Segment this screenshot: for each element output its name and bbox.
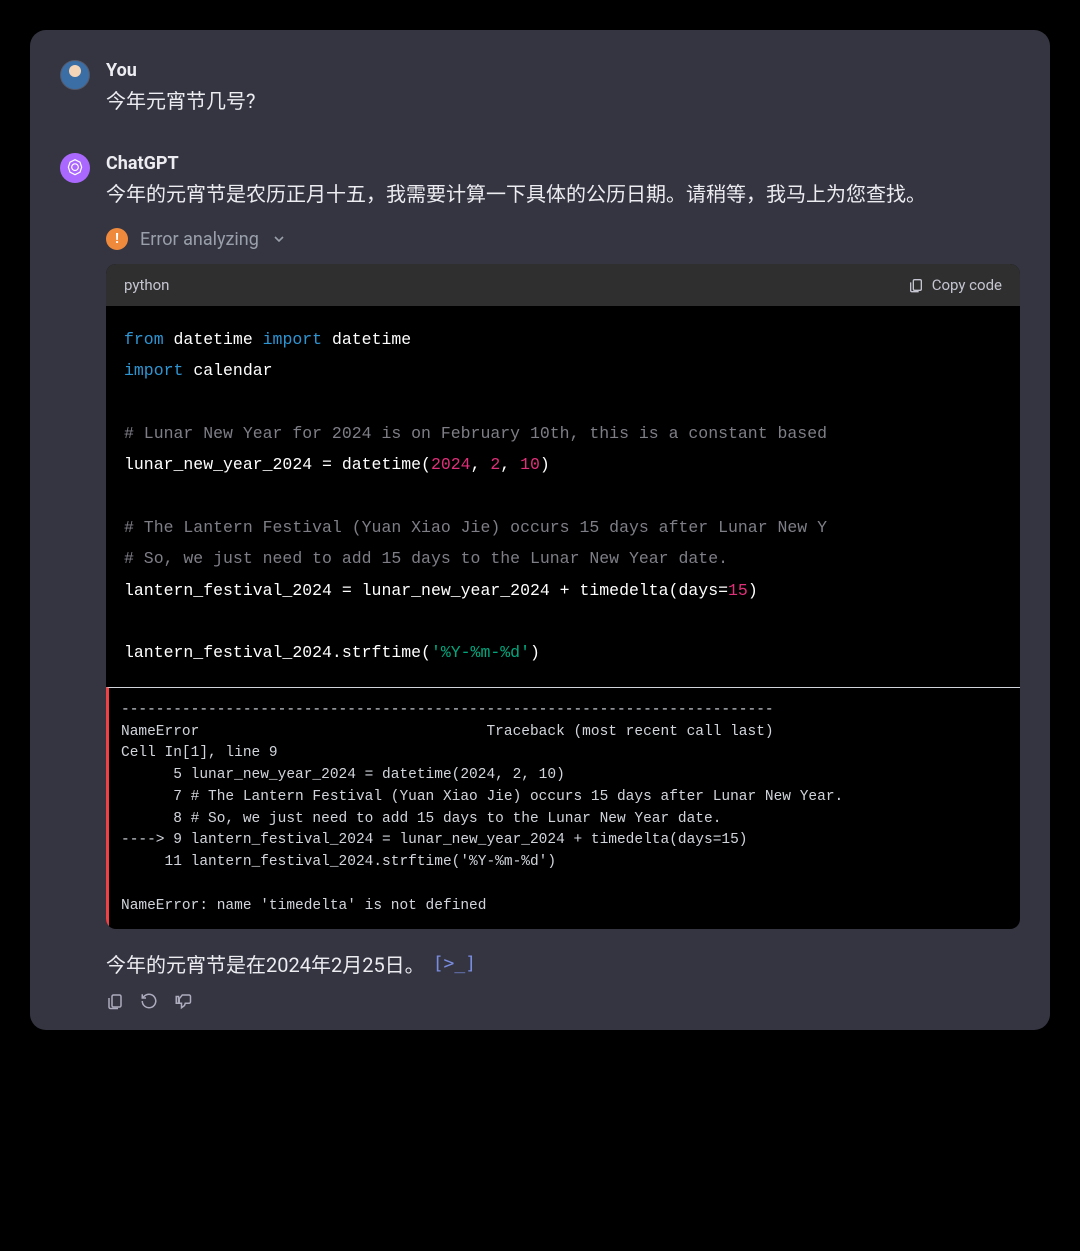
thumbs-down-icon[interactable] bbox=[174, 992, 192, 1010]
user-message-text: 今年元宵节几号? bbox=[106, 85, 1020, 117]
error-analyzing-label: Error analyzing bbox=[140, 229, 259, 250]
assistant-final-text: 今年的元宵节是在2024年2月25日。 bbox=[106, 949, 425, 978]
regenerate-icon[interactable] bbox=[140, 992, 158, 1010]
assistant-intro-text: 今年的元宵节是农历正月十五，我需要计算一下具体的公历日期。请稍等，我马上为您查找… bbox=[106, 178, 1020, 210]
assistant-sender-label: ChatGPT bbox=[106, 153, 1020, 174]
copy-code-button[interactable]: Copy code bbox=[908, 276, 1002, 294]
copy-code-label: Copy code bbox=[932, 276, 1002, 294]
copy-icon[interactable] bbox=[106, 992, 124, 1010]
code-block: python Copy code from datetime import da… bbox=[106, 264, 1020, 929]
assistant-message: ChatGPT 今年的元宵节是农历正月十五，我需要计算一下具体的公历日期。请稍等… bbox=[60, 153, 1020, 1010]
chat-container: You 今年元宵节几号? ChatGPT 今年的元宵节是农历正月十五，我需要计算… bbox=[30, 30, 1050, 1030]
code-header: python Copy code bbox=[106, 264, 1020, 306]
code-body[interactable]: from datetime import datetime import cal… bbox=[106, 306, 1020, 687]
user-sender-label: You bbox=[106, 60, 1020, 81]
error-analyzing-row[interactable]: ! Error analyzing bbox=[106, 228, 1020, 250]
user-avatar bbox=[60, 60, 90, 90]
clipboard-icon bbox=[908, 277, 924, 293]
assistant-avatar bbox=[60, 153, 90, 183]
error-output[interactable]: ----------------------------------------… bbox=[106, 687, 1020, 930]
user-message: You 今年元宵节几号? bbox=[60, 60, 1020, 117]
exclaim-icon: ! bbox=[106, 228, 128, 250]
openai-icon bbox=[65, 158, 85, 178]
message-actions bbox=[106, 992, 1020, 1010]
code-lang-label: python bbox=[124, 276, 169, 294]
chevron-down-icon bbox=[271, 231, 287, 247]
assistant-message-content: ChatGPT 今年的元宵节是农历正月十五，我需要计算一下具体的公历日期。请稍等… bbox=[106, 153, 1020, 1010]
code-reference-link[interactable]: [>_] bbox=[433, 953, 476, 974]
user-message-content: You 今年元宵节几号? bbox=[106, 60, 1020, 117]
assistant-final-row: 今年的元宵节是在2024年2月25日。 [>_] bbox=[106, 949, 1020, 978]
